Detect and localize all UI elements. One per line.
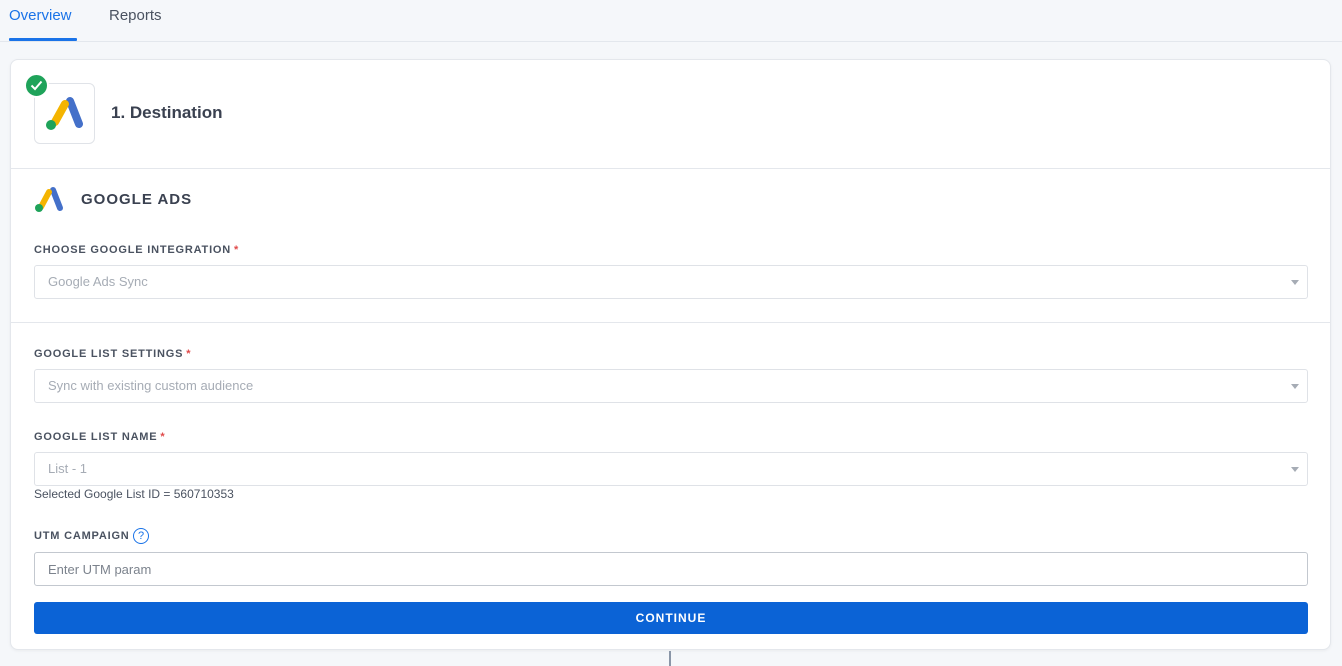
list-name-select-value: List - 1 [48, 461, 88, 476]
required-mark: * [234, 244, 240, 256]
section-divider [11, 322, 1330, 323]
list-settings-select[interactable]: Sync with existing custom audience [34, 369, 1308, 403]
google-ads-logo-icon [46, 97, 83, 130]
utm-campaign-label: UTM CAMPAIGN [34, 530, 130, 542]
help-icon[interactable]: ? [133, 528, 149, 544]
integration-label: CHOOSE GOOGLE INTEGRATION * [34, 244, 239, 256]
complete-check-icon [24, 73, 49, 98]
utm-campaign-label-text: UTM CAMPAIGN [34, 530, 130, 542]
chevron-down-icon [1291, 467, 1299, 472]
list-name-select[interactable]: List - 1 [34, 452, 1308, 486]
chevron-down-icon [1291, 384, 1299, 389]
list-settings-label-text: GOOGLE LIST SETTINGS [34, 348, 184, 360]
section-title: GOOGLE ADS [81, 191, 193, 208]
destination-card: 1. Destination GOOGLE ADS CHOOSE GOOGLE … [10, 59, 1331, 650]
chevron-down-icon [1291, 280, 1299, 285]
integration-select[interactable]: Google Ads Sync [34, 265, 1308, 299]
list-id-helper: Selected Google List ID = 560710353 [34, 487, 234, 501]
step-connector [669, 651, 671, 666]
list-settings-select-value: Sync with existing custom audience [48, 378, 254, 393]
required-mark: * [160, 431, 166, 443]
integration-select-value: Google Ads Sync [48, 274, 148, 289]
list-name-label-text: GOOGLE LIST NAME [34, 431, 158, 443]
tab-bar: Overview Reports [0, 0, 1342, 42]
utm-campaign-input[interactable] [34, 552, 1308, 586]
google-ads-section-icon [35, 187, 63, 212]
tab-reports[interactable]: Reports [109, 0, 165, 41]
integration-label-text: CHOOSE GOOGLE INTEGRATION [34, 244, 232, 256]
step-header[interactable]: 1. Destination [11, 60, 1330, 169]
tab-overview[interactable]: Overview [9, 0, 77, 41]
list-name-label: GOOGLE LIST NAME * [34, 431, 166, 443]
step-title: 1. Destination [111, 103, 223, 122]
list-settings-label: GOOGLE LIST SETTINGS * [34, 348, 191, 360]
required-mark: * [186, 348, 192, 360]
continue-button[interactable]: CONTINUE [34, 602, 1308, 634]
